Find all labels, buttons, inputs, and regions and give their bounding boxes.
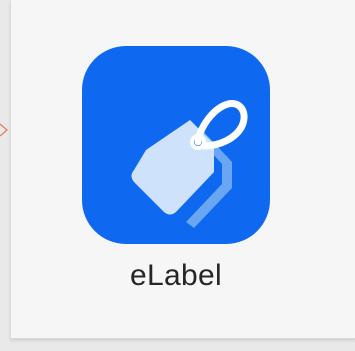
tag-icon: [131, 100, 248, 228]
desktop-area: eLabel: [0, 0, 355, 351]
elabel-app-icon[interactable]: [82, 46, 270, 244]
app-name-label[interactable]: eLabel: [82, 258, 270, 294]
